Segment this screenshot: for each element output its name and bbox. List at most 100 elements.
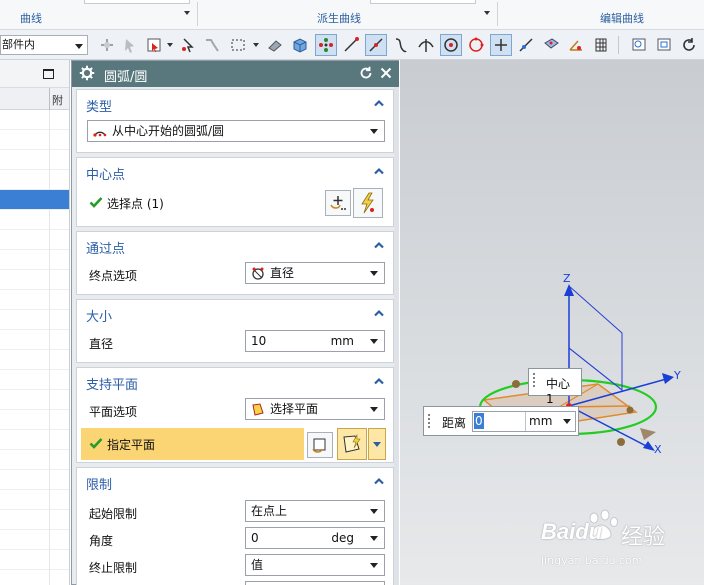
quadrant-point-icon[interactable] <box>465 34 487 56</box>
chevron-down-icon[interactable] <box>484 11 490 15</box>
chevron-down-icon[interactable] <box>370 536 378 541</box>
rotate-view-icon[interactable] <box>678 34 700 56</box>
table-row[interactable] <box>0 130 69 150</box>
chevron-down-icon[interactable] <box>184 11 190 15</box>
table-row[interactable] <box>0 370 69 390</box>
table-row[interactable] <box>0 250 69 270</box>
type-select[interactable]: 从中心开始的圆弧/圆 <box>87 120 385 142</box>
curve-rule-icon[interactable] <box>201 34 223 56</box>
chevron-up-icon[interactable] <box>373 475 385 487</box>
column-header[interactable]: 附 <box>52 92 63 108</box>
through-point-section-header[interactable]: 通过点 <box>77 232 393 258</box>
start-limit-select[interactable]: 在点上 <box>245 500 385 522</box>
dialog-scrollbar[interactable] <box>394 87 399 585</box>
limits-section-header[interactable]: 限制 <box>77 468 393 494</box>
table-row-selected[interactable] <box>0 190 69 210</box>
specify-plane-row[interactable]: 指定平面 <box>81 428 304 460</box>
type-section-header[interactable]: 类型 <box>77 90 393 116</box>
table-row[interactable] <box>0 170 69 190</box>
move-icon[interactable] <box>96 34 118 56</box>
zoom-region-icon[interactable] <box>653 34 675 56</box>
snap-points-icon[interactable] <box>315 34 337 56</box>
center-point-section-header[interactable]: 中心点 <box>77 158 393 184</box>
distance-value[interactable]: 0 <box>474 413 484 429</box>
maximize-icon[interactable] <box>43 69 54 79</box>
end-option-select[interactable]: 直径 <box>245 262 385 284</box>
table-row[interactable] <box>0 350 69 370</box>
ribbon-group-curve[interactable]: 曲线 <box>20 10 42 26</box>
chevron-up-icon[interactable] <box>373 307 385 319</box>
model-scene[interactable] <box>400 60 704 585</box>
table-row[interactable] <box>0 410 69 430</box>
table-row[interactable] <box>0 310 69 330</box>
center-tooltip[interactable]: 中心 1 <box>528 368 582 406</box>
chevron-down-icon[interactable] <box>370 339 378 344</box>
angle-snap-icon[interactable] <box>565 34 587 56</box>
rectangle-select-icon[interactable] <box>227 34 249 56</box>
table-row[interactable] <box>0 390 69 410</box>
plane-option-select[interactable]: 选择平面 <box>245 398 385 420</box>
snap-point-icon[interactable] <box>177 34 199 56</box>
ribbon-group-edit-curve[interactable]: 编辑曲线 <box>600 10 644 26</box>
chevron-down-icon[interactable] <box>253 43 259 47</box>
table-row[interactable] <box>0 150 69 170</box>
diameter-value[interactable]: 10 <box>251 331 266 351</box>
end-point-icon[interactable] <box>340 34 362 56</box>
point-on-face-icon[interactable] <box>540 34 562 56</box>
intersection-point-icon[interactable] <box>415 34 437 56</box>
drag-handle-icon[interactable] <box>532 372 537 388</box>
control-point-icon[interactable] <box>390 34 412 56</box>
solid-body-icon[interactable] <box>289 34 311 56</box>
angle-value[interactable]: 0 <box>251 528 259 548</box>
diameter-input[interactable]: 10 mm <box>245 330 385 352</box>
select-box-icon[interactable] <box>143 34 165 56</box>
distance-field[interactable]: 0 mm <box>472 411 576 432</box>
distance-input-box[interactable]: 距离 0 mm <box>423 406 579 436</box>
gear-icon[interactable] <box>78 64 96 82</box>
table-row[interactable] <box>0 230 69 250</box>
chevron-up-icon[interactable] <box>373 165 385 177</box>
ribbon-group-derived-curve[interactable]: 派生曲线 <box>317 10 361 26</box>
inferred-plane-button[interactable] <box>337 428 367 460</box>
existing-point-icon[interactable] <box>490 34 512 56</box>
table-row[interactable] <box>0 490 69 510</box>
table-row[interactable] <box>0 570 69 585</box>
table-row[interactable] <box>0 550 69 570</box>
table-row[interactable] <box>0 430 69 450</box>
table-row[interactable] <box>0 450 69 470</box>
table-row[interactable] <box>0 330 69 350</box>
select-point-label[interactable]: 选择点 (1) <box>107 195 164 212</box>
angle-input[interactable]: 0 deg <box>245 527 385 549</box>
reset-icon[interactable] <box>357 64 375 82</box>
table-row[interactable] <box>0 510 69 530</box>
inferred-point-button[interactable] <box>353 188 383 218</box>
graphics-viewport[interactable]: Z Y X 中心 1 距离 0 mm <box>400 60 704 585</box>
point-dialog-button[interactable] <box>325 190 351 216</box>
chevron-up-icon[interactable] <box>373 239 385 251</box>
table-row[interactable] <box>0 270 69 290</box>
chevron-up-icon[interactable] <box>373 375 385 387</box>
plane-dialog-button[interactable] <box>307 432 333 458</box>
selection-scope-select[interactable]: 部件内 <box>0 35 88 55</box>
table-row[interactable] <box>0 210 69 230</box>
drag-handle-icon[interactable] <box>427 413 432 429</box>
table-row[interactable] <box>0 530 69 550</box>
eraser-icon[interactable] <box>264 34 286 56</box>
chevron-up-icon[interactable] <box>373 97 385 109</box>
view-fit-icon[interactable] <box>628 34 650 56</box>
plane-options-dropdown[interactable] <box>368 428 386 460</box>
grid-icon[interactable] <box>590 34 612 56</box>
table-row[interactable] <box>0 470 69 490</box>
close-icon[interactable] <box>377 64 395 82</box>
chevron-down-icon[interactable] <box>563 419 571 424</box>
size-section-header[interactable]: 大小 <box>77 300 393 326</box>
table-row[interactable] <box>0 290 69 310</box>
pointer-filter-icon[interactable] <box>120 34 142 56</box>
end-limit-select[interactable]: 值 <box>245 554 385 576</box>
chevron-down-icon[interactable] <box>167 43 173 47</box>
support-plane-section-header[interactable]: 支持平面 <box>77 368 393 394</box>
dialog-title-bar[interactable]: 圆弧/圆 <box>72 61 399 87</box>
point-on-curve-icon[interactable] <box>515 34 537 56</box>
mid-point-icon[interactable] <box>365 34 387 56</box>
arc-center-icon[interactable] <box>440 34 462 56</box>
